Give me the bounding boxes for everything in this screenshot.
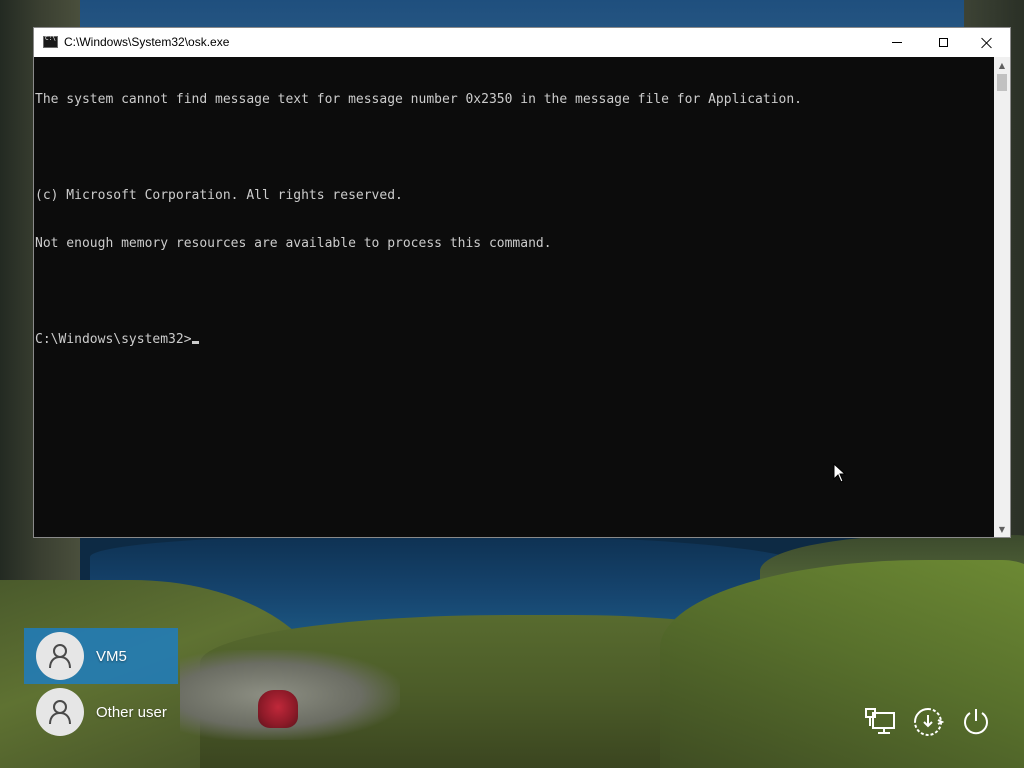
user-avatar-icon — [36, 632, 84, 680]
console-window[interactable]: C:\Windows\System32\osk.exe The system c… — [33, 27, 1011, 538]
scroll-thumb[interactable] — [997, 74, 1007, 91]
user-avatar-icon — [36, 688, 84, 736]
close-icon — [981, 37, 993, 49]
vertical-scrollbar[interactable]: ▲ ▼ — [994, 57, 1010, 537]
text-cursor — [191, 341, 199, 344]
ease-of-access-button[interactable] — [910, 704, 946, 740]
window-title: C:\Windows\System32\osk.exe — [64, 35, 230, 49]
power-icon — [964, 709, 988, 735]
user-name: VM5 — [96, 647, 127, 665]
title-bar[interactable]: C:\Windows\System32\osk.exe — [34, 28, 1010, 57]
scroll-down-arrow-icon[interactable]: ▼ — [994, 521, 1010, 537]
maximize-button[interactable] — [920, 28, 966, 57]
network-button[interactable] — [862, 704, 898, 740]
user-tile-vm5[interactable]: VM5 — [24, 628, 178, 684]
minimize-button[interactable] — [874, 28, 920, 57]
console-prompt: C:\Windows\system32> — [35, 332, 192, 347]
console-prompt-line[interactable]: C:\Windows\system32> — [35, 332, 994, 348]
power-button[interactable] — [958, 704, 994, 740]
background-backpack — [258, 690, 298, 728]
console-output[interactable]: The system cannot find message text for … — [34, 57, 994, 537]
console-line: (c) Microsoft Corporation. All rights re… — [35, 188, 403, 203]
user-tile-other-user[interactable]: Other user — [24, 684, 178, 740]
maximize-icon — [938, 38, 948, 47]
close-button[interactable] — [964, 28, 1010, 57]
network-icon — [865, 708, 895, 734]
console-app-icon[interactable] — [43, 35, 58, 48]
lock-screen: C:\Windows\System32\osk.exe The system c… — [0, 0, 1024, 768]
scroll-up-arrow-icon[interactable]: ▲ — [994, 57, 1010, 73]
mouse-pointer-icon — [833, 463, 847, 483]
console-line: The system cannot find message text for … — [35, 92, 803, 107]
minimize-icon — [892, 42, 902, 43]
console-line: Not enough memory resources are availabl… — [35, 236, 552, 251]
ease-of-access-icon — [914, 708, 944, 736]
user-name: Other user — [96, 703, 167, 721]
